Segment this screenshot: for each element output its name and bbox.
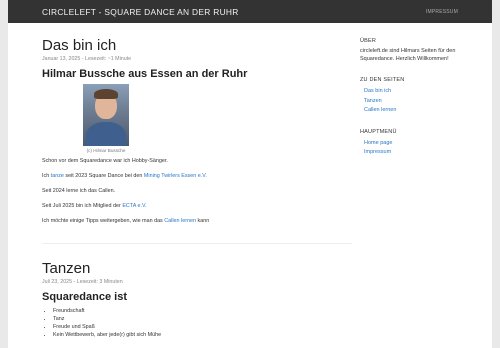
- link-ecta[interactable]: ECTA e.V.: [122, 203, 146, 209]
- post-meta: Juli 23, 2025 - Lesezeit: 3 Minuten: [42, 279, 123, 285]
- list-item: Freude und Spaß: [53, 323, 352, 331]
- paragraph-2: Ich tanze seit 2023 Square Dance bei den…: [42, 173, 352, 180]
- post-title[interactable]: Das bin ich: [42, 37, 352, 54]
- paragraph-5: Ich möchte einige Tipps weitergeben, wie…: [42, 218, 352, 225]
- post-das-bin-ich: Das bin ich Januar 13, 2025 - Lesezeit: …: [42, 37, 352, 225]
- sidebar-link-callen-lernen[interactable]: Callen lernen: [360, 106, 460, 115]
- post-meta: Januar 13, 2025 - Lesezeit: ~1 Minute: [42, 56, 132, 62]
- text: Seit Juli 2025 bin ich Mitglied der: [42, 203, 123, 209]
- sidebar-title: ZU DEN SEITEN: [360, 77, 405, 84]
- paragraph-4: Seit Juli 2025 bin ich Mitglied der ECTA…: [42, 203, 352, 210]
- sidebar-title: HAUPTMENÜ: [360, 129, 397, 136]
- sidebar-link-tanzen[interactable]: Tanzen: [360, 97, 460, 106]
- post-divider: [42, 243, 352, 244]
- link-tanze[interactable]: tanze: [51, 173, 64, 179]
- list-item: Kein Wettbewerb, aber jede(r) gibt sich …: [53, 331, 352, 339]
- page: CIRCLELEFT - SQUARE DANCE AN DER RUHR IM…: [8, 0, 492, 348]
- post-tanzen: Tanzen Juli 23, 2025 - Lesezeit: 3 Minut…: [42, 260, 352, 339]
- sidebar-link-impressum[interactable]: Impressum: [360, 148, 460, 157]
- paragraph-3: Seit 2024 lerne ich das Callen.: [42, 188, 116, 194]
- sidebar-link-das-bin-ich[interactable]: Das bin ich: [360, 87, 460, 96]
- sidebar-pages: ZU DEN SEITEN Das bin ich Tanzen Callen …: [360, 77, 460, 115]
- text: kann: [196, 218, 210, 224]
- post-subtitle: Squaredance ist: [42, 291, 127, 303]
- sidebar-about-text: circleleft.de sind Hilmars Seiten für de…: [360, 48, 456, 62]
- text: Ich möchte einige Tipps weitergeben, wie…: [42, 218, 165, 224]
- post-subtitle: Hilmar Bussche aus Essen an der Ruhr: [42, 68, 248, 80]
- link-callen-lernen[interactable]: Callen lernen: [164, 218, 196, 224]
- list-item: Freundschaft: [53, 307, 352, 315]
- author-photo: [83, 84, 129, 146]
- main-content: Das bin ich Januar 13, 2025 - Lesezeit: …: [42, 37, 352, 339]
- sidebar-about: ÜBER circleleft.de sind Hilmars Seiten f…: [360, 38, 460, 63]
- text: Ich: [42, 173, 51, 179]
- post-title[interactable]: Tanzen: [42, 260, 352, 277]
- author-figure: (c) Hilmar Bussche: [83, 84, 129, 153]
- sidebar-title: ÜBER: [360, 38, 377, 44]
- text: seit 2023 Square Dance bei den: [63, 173, 144, 179]
- photo-caption: (c) Hilmar Bussche: [86, 148, 126, 153]
- navbar: CIRCLELEFT - SQUARE DANCE AN DER RUHR IM…: [8, 0, 492, 23]
- sidebar-link-home[interactable]: Home page: [360, 139, 460, 148]
- site-brand-link[interactable]: CIRCLELEFT - SQUARE DANCE AN DER RUHR: [42, 7, 239, 17]
- list-item: Tanz: [53, 315, 352, 323]
- sidebar-menu: HAUPTMENÜ Home page Impressum: [360, 129, 460, 157]
- bullet-list: Freundschaft Tanz Freude und Spaß Kein W…: [42, 307, 352, 339]
- nav-link-impressum[interactable]: IMPRESSUM: [426, 9, 458, 15]
- sidebar: ÜBER circleleft.de sind Hilmars Seiten f…: [360, 38, 460, 157]
- link-mining-twirlers[interactable]: Mining Twirlers Essen e.V.: [144, 173, 207, 179]
- paragraph-1: Schon vor dem Squaredance war ich Hobby-…: [42, 158, 168, 164]
